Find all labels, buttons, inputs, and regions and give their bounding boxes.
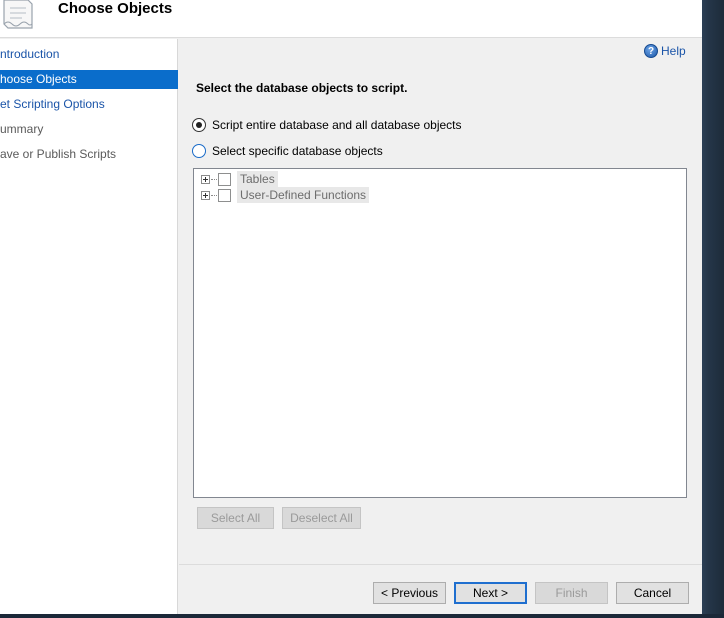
deselect-all-button[interactable]: Deselect All (282, 507, 361, 529)
next-button[interactable]: Next > (454, 582, 527, 604)
main-panel: ? Help Select the database objects to sc… (179, 39, 702, 614)
desktop-background (702, 0, 724, 618)
desktop-background-bottom (0, 614, 724, 618)
radio-specific-objects[interactable]: Select specific database objects (192, 144, 383, 158)
previous-button[interactable]: < Previous (373, 582, 446, 604)
section-heading: Select the database objects to script. (196, 81, 408, 95)
tables-checkbox[interactable] (218, 172, 231, 186)
select-all-button[interactable]: Select All (197, 507, 274, 529)
tree-node-label[interactable]: User-Defined Functions (237, 187, 370, 203)
footer-separator (179, 564, 702, 565)
radio-button-unchecked[interactable] (192, 144, 206, 158)
user-defined-functions-checkbox[interactable] (218, 188, 231, 202)
nav-item-set-scripting-options[interactable]: et Scripting Options (0, 95, 178, 114)
tree-node-tables[interactable]: Tables (201, 171, 278, 187)
wizard-window: Choose Objects ntroduction hoose Objects… (0, 0, 702, 614)
expand-icon[interactable] (201, 190, 210, 200)
finish-button[interactable]: Finish (535, 582, 608, 604)
page-title: Choose Objects (58, 0, 173, 17)
help-link[interactable]: ? Help (644, 42, 686, 60)
tree-node-user-defined-functions[interactable]: User-Defined Functions (201, 187, 370, 203)
wizard-steps-nav: ntroduction hoose Objects et Scripting O… (0, 39, 178, 614)
nav-item-summary: ummary (0, 122, 44, 136)
nav-item-choose-objects[interactable]: hoose Objects (0, 70, 178, 89)
help-label[interactable]: Help (661, 44, 686, 58)
cancel-button[interactable]: Cancel (616, 582, 689, 604)
nav-item-save-or-publish-scripts: ave or Publish Scripts (0, 147, 117, 161)
help-icon[interactable]: ? (644, 44, 658, 58)
expand-icon[interactable] (201, 174, 210, 184)
tree-connector (211, 178, 217, 180)
radio-button-checked[interactable] (192, 118, 206, 132)
script-scroll-icon (0, 0, 40, 32)
tree-node-label[interactable]: Tables (237, 171, 278, 187)
nav-item-introduction[interactable]: ntroduction (0, 45, 178, 64)
radio-entire-database-label[interactable]: Script entire database and all database … (212, 118, 462, 132)
database-objects-tree[interactable]: Tables User-Defined Functions (193, 168, 687, 498)
radio-specific-objects-label[interactable]: Select specific database objects (212, 144, 383, 158)
radio-entire-database[interactable]: Script entire database and all database … (192, 118, 462, 132)
wizard-header: Choose Objects (0, 0, 702, 38)
tree-connector (211, 194, 217, 196)
